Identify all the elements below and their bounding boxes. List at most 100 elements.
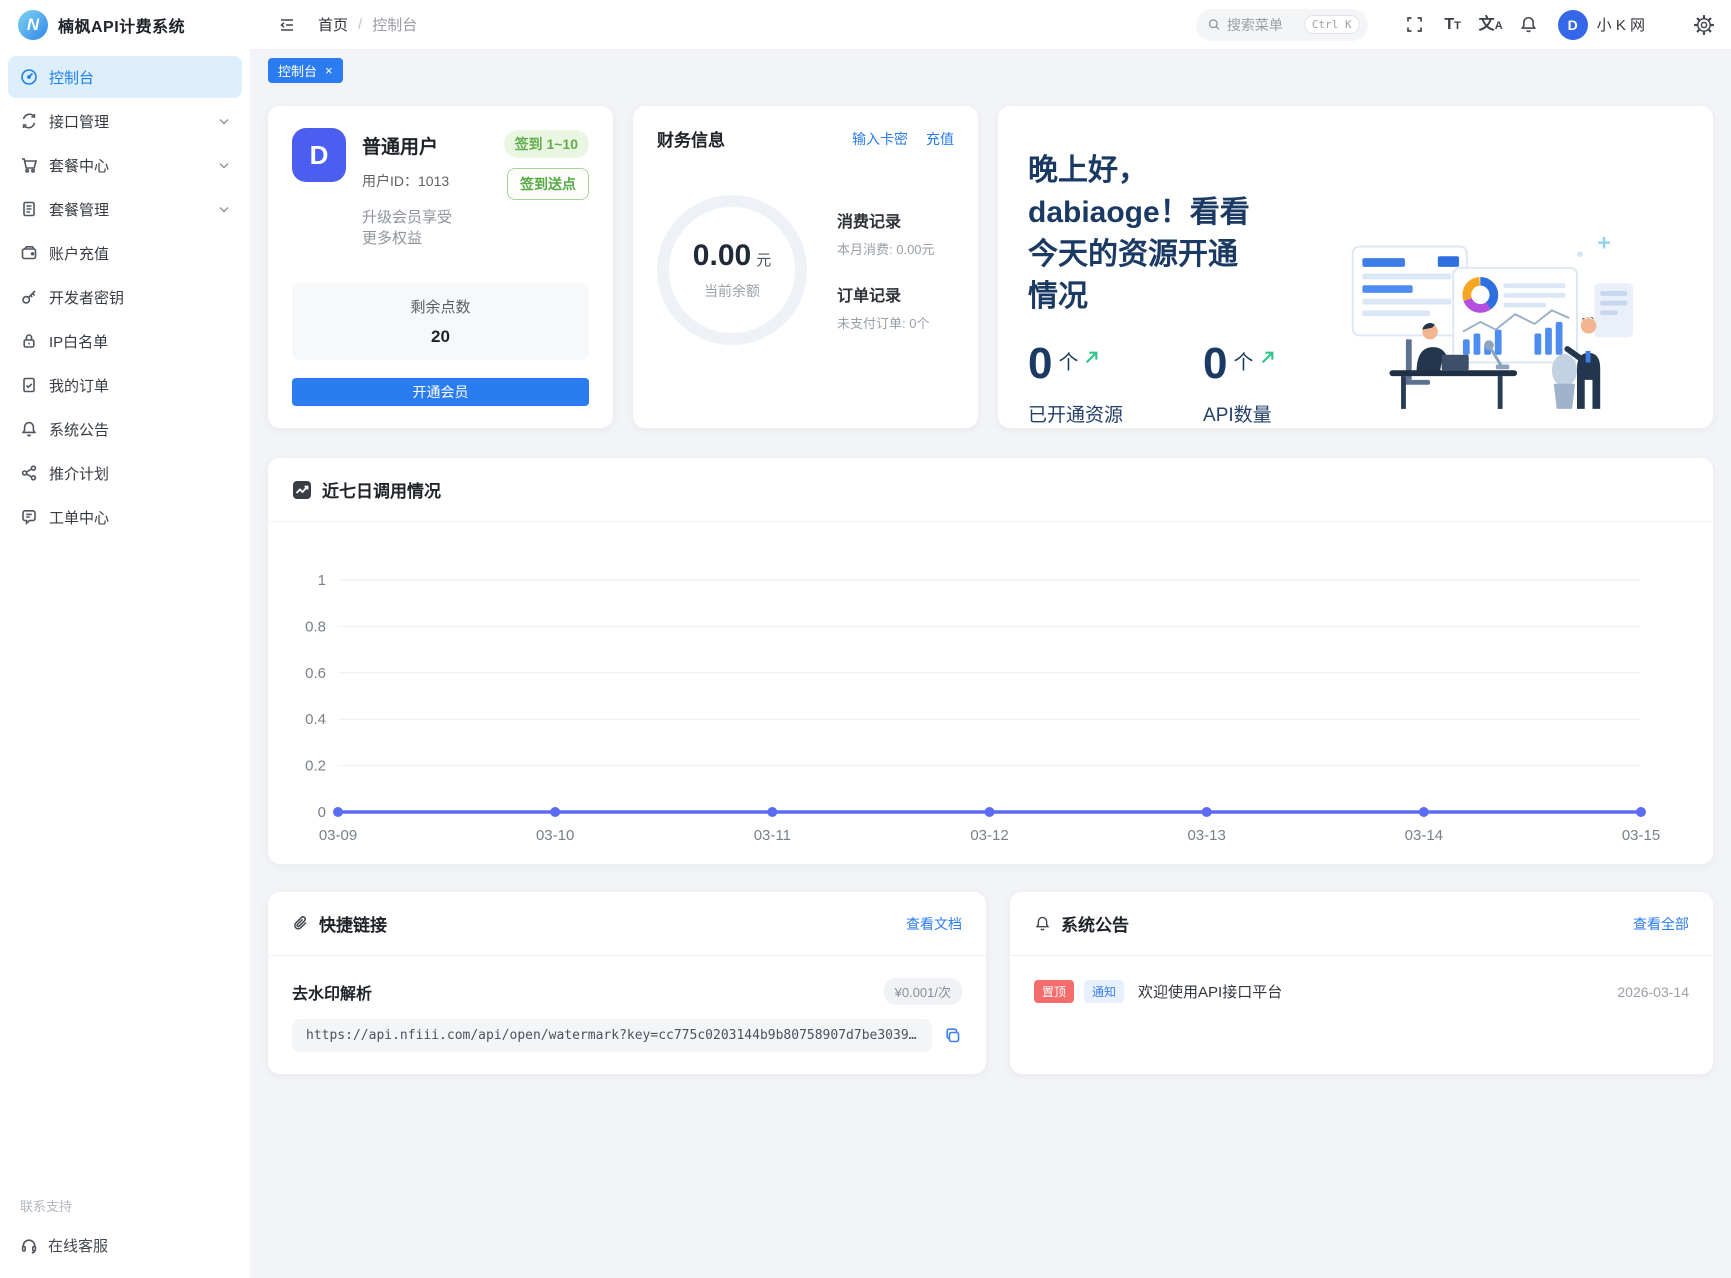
notice-badge: 通知 <box>1084 980 1125 1003</box>
stat-unit: 个 <box>1058 352 1079 374</box>
sidebar-item-label: 系统公告 <box>49 421 110 439</box>
chart-title: 近七日调用情况 <box>322 482 441 501</box>
announcement-row[interactable]: 置顶 通知 欢迎使用API接口平台 2026-03-14 <box>1034 980 1689 1003</box>
svg-text:0.6: 0.6 <box>305 665 326 682</box>
translate-button[interactable]: 文A <box>1472 6 1510 44</box>
calls-chart: 0 0.2 0.4 0.6 0.8 1 03-09 03-10 03-11 03-12 03-13 0… <box>305 572 1660 844</box>
signin-button[interactable]: 签到送点 <box>507 168 589 200</box>
sidebar-collapse-icon[interactable] <box>272 10 302 40</box>
stat-label: API数量 <box>1203 405 1272 426</box>
sidebar-item-announcements[interactable]: 系统公告 <box>8 408 242 450</box>
sidebar-item-label: 开发者密钥 <box>49 289 125 307</box>
share-icon <box>21 465 37 481</box>
svg-text:0.2: 0.2 <box>305 758 326 775</box>
breadcrumb-home[interactable]: 首页 <box>318 14 348 35</box>
header-actions: Ctrl K TT 文A D 小 K 网 <box>1195 6 1721 44</box>
tab-strip: 控制台 × <box>250 50 1731 90</box>
sidebar-item-label: 账户充值 <box>49 245 110 263</box>
open-membership-button[interactable]: 开通会员 <box>292 378 589 406</box>
upgrade-hint: 升级会员享受更多权益 <box>362 209 453 247</box>
search-box[interactable]: Ctrl K <box>1195 8 1368 41</box>
dashboard-illustration <box>1351 236 1634 409</box>
user-menu[interactable]: D 小 K 网 <box>1557 9 1645 40</box>
card-key-link[interactable]: 输入卡密 <box>852 129 908 149</box>
sidebar-item-ip-whitelist[interactable]: IP白名单 <box>8 320 242 362</box>
announcement-date: 2026-03-14 <box>1617 983 1689 1000</box>
announcement-title: 欢迎使用API接口平台 <box>1138 984 1283 1001</box>
sidebar-item-my-orders[interactable]: 我的订单 <box>8 364 242 406</box>
user-card-avatar: D <box>292 128 346 182</box>
quick-links-title: 快捷链接 <box>319 916 387 935</box>
points-label: 剩余点数 <box>410 299 471 316</box>
svg-text:0.4: 0.4 <box>305 711 326 728</box>
consume-record: 消费记录 本月消费: 0.00元 <box>837 208 935 258</box>
online-support-button[interactable]: 在线客服 <box>20 1235 230 1256</box>
bell-icon <box>1035 916 1050 931</box>
price-badge: ¥0.001/次 <box>883 978 962 1005</box>
search-shortcut: Ctrl K <box>1303 15 1360 34</box>
chevron-down-icon <box>219 119 229 125</box>
bell-icon <box>21 421 37 437</box>
view-docs-link[interactable]: 查看文档 <box>906 914 962 934</box>
user-card: D 普通用户 用户ID：1013 升级会员享受更多权益 签到 1~10 签到送点… <box>268 106 613 428</box>
user-name: 小 K 网 <box>1596 17 1645 34</box>
sidebar-item-package-center[interactable]: 套餐中心 <box>8 144 242 186</box>
sidebar-item-label: 控制台 <box>49 69 95 87</box>
sidebar-item-label: 套餐管理 <box>49 201 110 219</box>
sidebar-item-label: IP白名单 <box>49 333 109 351</box>
sidebar-item-package-management[interactable]: 套餐管理 <box>8 188 242 230</box>
ticket-icon <box>22 510 36 525</box>
breadcrumb: 首页 / 控制台 <box>318 14 417 35</box>
sidebar-item-recharge[interactable]: 账户充值 <box>8 232 242 274</box>
sidebar-item-api-management[interactable]: 接口管理 <box>8 100 242 142</box>
tab-close-icon[interactable]: × <box>325 64 333 77</box>
tab-dashboard[interactable]: 控制台 × <box>268 58 343 83</box>
lock-icon <box>23 334 35 348</box>
trend-up-icon <box>1261 351 1273 364</box>
sidebar-item-label: 工单中心 <box>49 509 110 527</box>
sidebar-item-label: 接口管理 <box>49 113 110 131</box>
app-logo: N 楠枫API计费系统 <box>0 0 250 50</box>
settings-button[interactable] <box>1687 6 1721 44</box>
sidebar-item-dashboard[interactable]: 控制台 <box>8 56 242 98</box>
finance-card: 财务信息 输入卡密 充值 0.00 元 当前余额 消费记录 本月消费: 0.00… <box>633 106 978 428</box>
svg-text:0.8: 0.8 <box>305 618 326 635</box>
top-header: 首页 / 控制台 Ctrl K TT 文A D 小 K 网 <box>250 0 1731 50</box>
svg-text:03-12: 03-12 <box>970 827 1008 844</box>
greeting-card: 晚上好，dabiaoge！看看今天的资源开通情况 0 个 已开通资源 0 个 A… <box>998 106 1713 428</box>
signin-range-badge: 签到 1~10 <box>503 130 589 158</box>
points-value: 20 <box>431 327 450 346</box>
app-title: 楠枫API计费系统 <box>58 19 186 36</box>
search-input[interactable] <box>1226 16 1297 33</box>
copy-icon[interactable] <box>944 1027 962 1045</box>
user-id: 用户ID：1013 <box>362 173 450 189</box>
svg-text:03-10: 03-10 <box>536 827 574 844</box>
sidebar-item-developer-keys[interactable]: 开发者密钥 <box>8 276 242 318</box>
svg-text:03-14: 03-14 <box>1405 827 1443 844</box>
notifications-button[interactable] <box>1510 6 1548 44</box>
dashboard-icon <box>21 69 37 85</box>
font-size-button[interactable]: TT <box>1434 6 1472 44</box>
fullscreen-button[interactable] <box>1396 6 1434 44</box>
wallet-icon <box>21 246 37 260</box>
balance-circle: 0.00 元 当前余额 <box>657 195 807 345</box>
bell-icon <box>1521 16 1537 33</box>
order-record: 订单记录 未支付订单: 0个 <box>837 282 935 332</box>
sidebar-item-label: 套餐中心 <box>49 157 110 175</box>
chevron-down-icon <box>219 163 229 169</box>
api-url-field[interactable]: https://api.nfiii.com/api/open/watermark… <box>292 1019 932 1052</box>
sidebar-item-tickets[interactable]: 工单中心 <box>8 496 242 538</box>
recharge-link[interactable]: 充值 <box>926 129 954 149</box>
balance-value: 0.00 <box>692 239 752 272</box>
search-icon <box>1208 19 1220 30</box>
stat-opened-resources: 0 个 已开通资源 <box>1028 342 1123 427</box>
view-all-link[interactable]: 查看全部 <box>1633 914 1689 934</box>
sidebar-item-referral[interactable]: 推介计划 <box>8 452 242 494</box>
sidebar-item-label: 推介计划 <box>49 465 110 483</box>
chart-area: 0 0.2 0.4 0.6 0.8 1 03-09 03-10 03-11 03-12 03-13 0… <box>268 522 1713 864</box>
support-label: 联系支持 <box>20 1199 73 1214</box>
user-role: 普通用户 <box>362 137 439 158</box>
svg-text:03-09: 03-09 <box>319 827 357 844</box>
package-doc-icon <box>23 201 35 217</box>
pinned-badge: 置顶 <box>1034 980 1075 1003</box>
